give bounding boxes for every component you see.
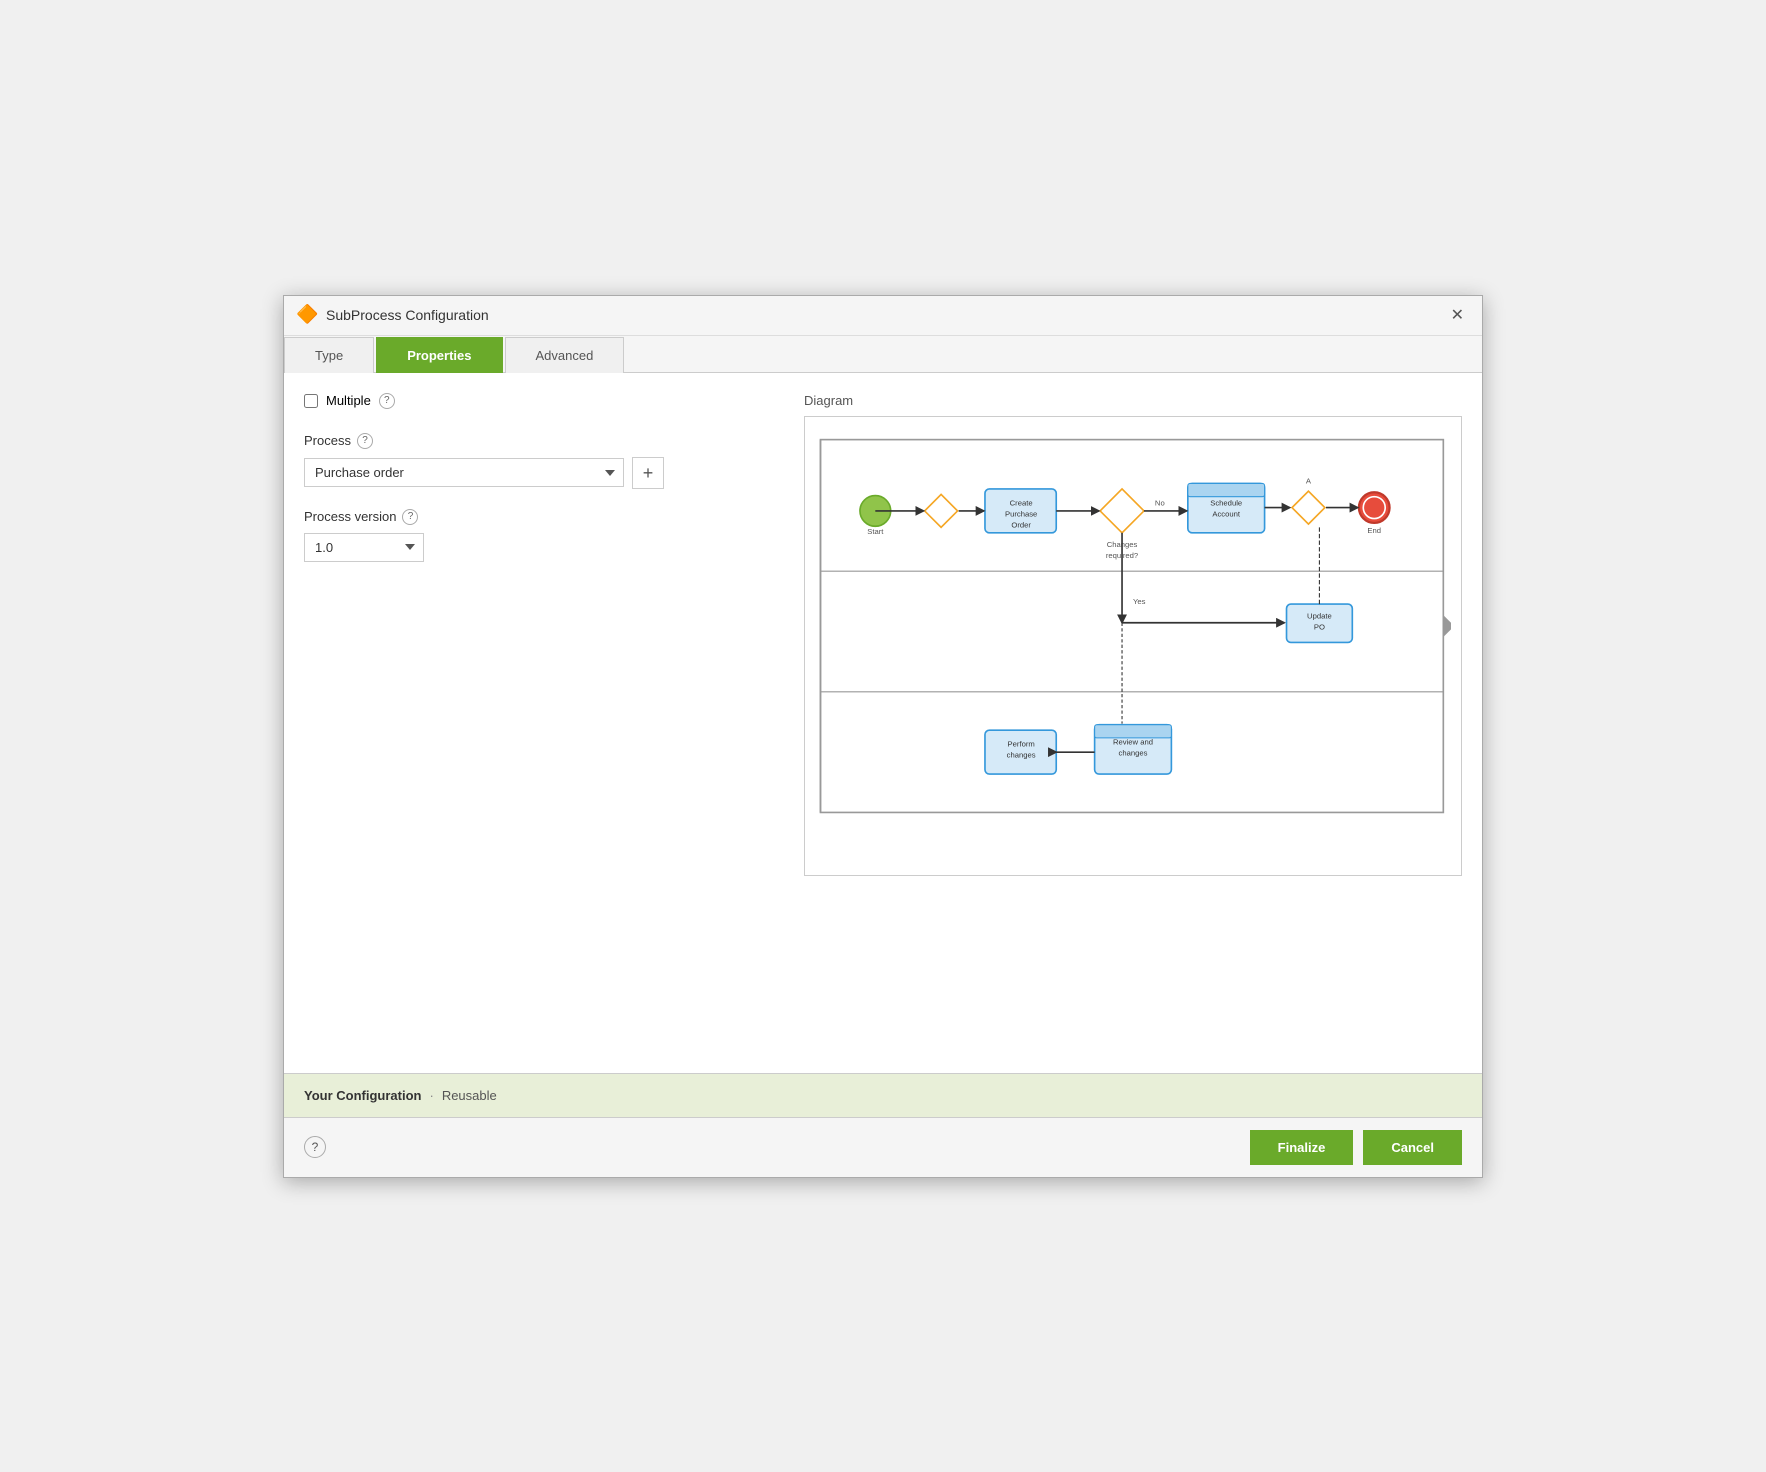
process-version-label: Process version ? <box>304 509 784 525</box>
process-select-row: Purchase order Sales order Expense repor… <box>304 457 784 489</box>
diagram-label: Diagram <box>804 393 1462 408</box>
process-label: Process ? <box>304 433 784 449</box>
multiple-checkbox[interactable] <box>304 394 318 408</box>
tab-type[interactable]: Type <box>284 337 374 373</box>
process-version-section: Process version ? 1.0 1.1 2.0 <box>304 509 784 562</box>
multiple-row: Multiple ? <box>304 393 784 409</box>
help-button[interactable]: ? <box>304 1136 326 1158</box>
svg-text:End: End <box>1367 525 1381 534</box>
close-button[interactable]: ✕ <box>1445 303 1470 327</box>
action-buttons: Finalize Cancel <box>1250 1130 1462 1165</box>
content-area: Multiple ? Process ? Purchase order Sale… <box>284 373 1482 1073</box>
finalize-button[interactable]: Finalize <box>1250 1130 1354 1165</box>
action-bar: ? Finalize Cancel <box>284 1117 1482 1177</box>
process-section: Process ? Purchase order Sales order Exp… <box>304 433 784 489</box>
svg-text:Account: Account <box>1212 509 1241 518</box>
diagram-container: Purchasing Department Purchase orders Ad… <box>804 416 1462 876</box>
svg-text:changes: changes <box>1007 750 1036 759</box>
multiple-help-icon[interactable]: ? <box>379 393 395 409</box>
svg-text:Perform: Perform <box>1008 739 1035 748</box>
multiple-label: Multiple <box>326 393 371 408</box>
dialog-title: SubProcess Configuration <box>326 307 489 323</box>
tabs-bar: Type Properties Advanced <box>284 336 1482 373</box>
title-bar: 🔶 SubProcess Configuration ✕ <box>284 296 1482 336</box>
svg-text:Order: Order <box>1011 520 1031 529</box>
right-panel: Diagram Purchasing Department Purchase o… <box>804 393 1462 1053</box>
left-panel: Multiple ? Process ? Purchase order Sale… <box>304 393 784 1053</box>
footer-bar: Your Configuration · Reusable <box>284 1073 1482 1117</box>
svg-text:No: No <box>1155 498 1165 507</box>
svg-text:changes: changes <box>1119 748 1148 757</box>
svg-text:PO: PO <box>1314 622 1325 631</box>
add-process-button[interactable]: + <box>632 457 664 489</box>
svg-text:Schedule: Schedule <box>1210 498 1242 507</box>
svg-text:Start: Start <box>867 526 884 535</box>
svg-text:Purchase: Purchase <box>1005 509 1037 518</box>
svg-text:Yes: Yes <box>1133 597 1146 606</box>
process-help-icon[interactable]: ? <box>357 433 373 449</box>
version-help-icon[interactable]: ? <box>402 509 418 525</box>
cancel-button[interactable]: Cancel <box>1363 1130 1462 1165</box>
svg-text:Create: Create <box>1010 498 1033 507</box>
subprocess-configuration-dialog: 🔶 SubProcess Configuration ✕ Type Proper… <box>283 295 1483 1178</box>
version-select-row: 1.0 1.1 2.0 <box>304 533 784 562</box>
config-separator: · <box>429 1088 433 1103</box>
tab-properties[interactable]: Properties <box>376 337 502 373</box>
app-icon: 🔶 <box>296 304 318 326</box>
svg-text:A: A <box>1306 476 1312 485</box>
svg-text:Update: Update <box>1307 611 1332 620</box>
svg-text:Review and: Review and <box>1113 737 1153 746</box>
version-select[interactable]: 1.0 1.1 2.0 <box>304 533 424 562</box>
config-type: Reusable <box>442 1088 497 1103</box>
config-label: Your Configuration <box>304 1088 421 1103</box>
process-select[interactable]: Purchase order Sales order Expense repor… <box>304 458 624 487</box>
bpmn-diagram: Purchasing Department Purchase orders Ad… <box>815 427 1451 847</box>
tab-advanced[interactable]: Advanced <box>505 337 625 373</box>
